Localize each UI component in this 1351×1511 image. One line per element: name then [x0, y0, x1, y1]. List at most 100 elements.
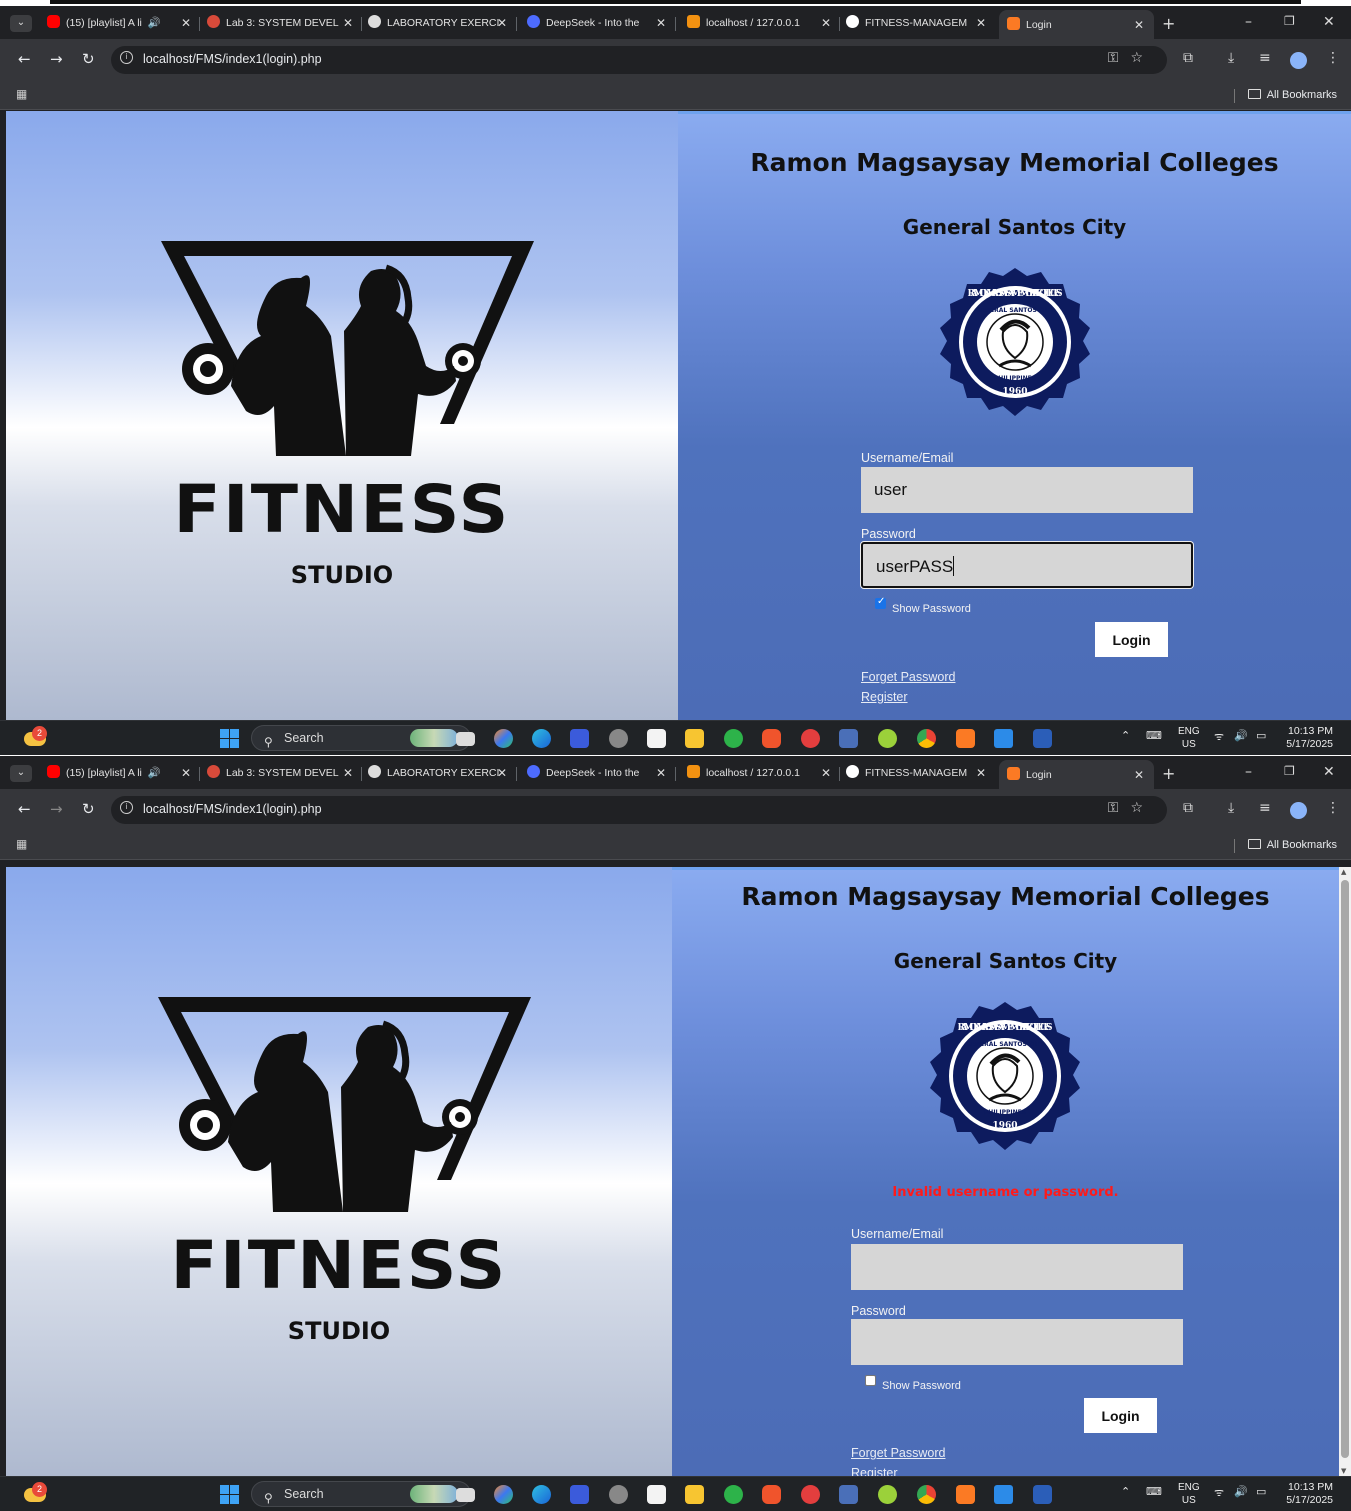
close-tab-icon[interactable]: ✕: [656, 13, 666, 33]
volume-icon[interactable]: 🔊: [1234, 729, 1248, 742]
close-window-icon[interactable]: ✕: [1323, 764, 1335, 780]
scroll-down-icon[interactable]: ▼: [1341, 1467, 1346, 1475]
forget-password-link[interactable]: Forget Password: [861, 670, 955, 684]
address-bar[interactable]: i localhost/FMS/index1(login).php ⚿☆: [111, 796, 1167, 824]
password-key-icon[interactable]: ⚿: [1108, 800, 1131, 816]
extensions-icon[interactable]: ⧉: [1183, 800, 1193, 816]
scroll-up-icon[interactable]: ▲: [1341, 868, 1346, 876]
tab-lab3[interactable]: Lab 3: SYSTEM DEVEL ✕: [207, 763, 357, 783]
snip-icon[interactable]: [839, 729, 858, 748]
forward-icon[interactable]: →: [50, 50, 63, 68]
register-link[interactable]: Register: [851, 1466, 898, 1476]
clock[interactable]: 10:13 PM 5/17/2025: [1286, 725, 1333, 751]
show-password-checkbox[interactable]: [875, 596, 886, 609]
reload-icon[interactable]: ↻: [82, 50, 95, 68]
weather-icon[interactable]: 2: [24, 726, 48, 748]
xampp-taskbar-icon[interactable]: [956, 1485, 975, 1504]
word-icon[interactable]: [1033, 729, 1052, 748]
tab-phpmyadmin[interactable]: localhost / 127.0.0.1 ✕: [687, 13, 835, 33]
tray-chevron-icon[interactable]: ⌃: [1121, 1485, 1130, 1498]
close-tab-icon[interactable]: ✕: [821, 763, 831, 783]
register-link[interactable]: Register: [861, 690, 908, 704]
file-explorer-icon[interactable]: [685, 1485, 704, 1504]
all-bookmarks[interactable]: All Bookmarks: [1247, 89, 1337, 101]
copilot-icon[interactable]: [494, 729, 513, 748]
tab-github[interactable]: FITNESS-MANAGEM ✕: [846, 763, 990, 783]
close-tab-icon[interactable]: ✕: [343, 13, 353, 33]
tab-laboratory[interactable]: LABORATORY EXERCI ✕: [368, 763, 511, 783]
brave-icon[interactable]: [762, 729, 781, 748]
taskbar-search[interactable]: ⚲ Search: [251, 725, 471, 751]
download-icon[interactable]: ⤓: [1228, 800, 1234, 816]
username-input[interactable]: [851, 1244, 1183, 1290]
bookmark-star-icon[interactable]: ☆: [1130, 800, 1155, 816]
close-tab-icon[interactable]: ✕: [497, 13, 507, 33]
site-info-icon[interactable]: i: [120, 801, 133, 814]
chrome-icon[interactable]: [917, 729, 936, 748]
app2-icon[interactable]: [878, 1485, 897, 1504]
close-window-icon[interactable]: ✕: [1323, 14, 1335, 30]
page-scrollbar[interactable]: ▲ ▼: [1339, 867, 1351, 1476]
battery-icon[interactable]: ▭: [1256, 1485, 1266, 1498]
clock[interactable]: 10:13 PM 5/17/2025: [1286, 1481, 1333, 1507]
tab-deepseek[interactable]: DeepSeek - Into the ✕: [527, 763, 670, 783]
bookmark-star-icon[interactable]: ☆: [1130, 50, 1155, 66]
reload-icon[interactable]: ↻: [82, 800, 95, 818]
close-tab-icon[interactable]: ✕: [821, 13, 831, 33]
audio-icon[interactable]: 🔊: [148, 767, 161, 779]
extensions-icon[interactable]: ⧉: [1183, 50, 1193, 66]
store-icon[interactable]: [647, 729, 666, 748]
password-key-icon[interactable]: ⚿: [1108, 50, 1131, 66]
site-info-icon[interactable]: i: [120, 51, 133, 64]
task-view-icon[interactable]: [456, 732, 475, 746]
snip-icon[interactable]: [839, 1485, 858, 1504]
forward-icon[interactable]: →: [50, 800, 63, 818]
close-tab-icon[interactable]: ✕: [181, 763, 191, 783]
tab-youtube[interactable]: (15) [playlist] A li 🔊 ✕: [47, 13, 195, 33]
xbox-icon[interactable]: [724, 1485, 743, 1504]
minimize-icon[interactable]: –: [1245, 764, 1252, 780]
keyboard-icon[interactable]: ⌨: [1146, 729, 1162, 742]
password-input[interactable]: userPASS: [861, 542, 1193, 588]
copilot-icon[interactable]: [494, 1485, 513, 1504]
brave-icon[interactable]: [762, 1485, 781, 1504]
download-icon[interactable]: ⤓: [1228, 50, 1234, 66]
wps-icon[interactable]: [801, 1485, 820, 1504]
close-tab-icon[interactable]: ✕: [656, 763, 666, 783]
tab-github[interactable]: FITNESS-MANAGEM ✕: [846, 13, 990, 33]
weather-icon[interactable]: 2: [24, 1482, 48, 1504]
back-icon[interactable]: ←: [18, 800, 31, 818]
edge-icon[interactable]: [532, 729, 551, 748]
restore-icon[interactable]: ❐: [1284, 14, 1295, 28]
tray-chevron-icon[interactable]: ⌃: [1121, 729, 1130, 742]
reading-list-icon[interactable]: ≡: [1259, 800, 1271, 816]
tab-youtube[interactable]: (15) [playlist] A li 🔊 ✕: [47, 763, 195, 783]
app2-icon[interactable]: [878, 729, 897, 748]
apps-grid-icon[interactable]: ▦: [16, 87, 27, 101]
close-tab-icon[interactable]: ✕: [976, 13, 986, 33]
close-tab-icon[interactable]: ✕: [1134, 760, 1144, 790]
new-tab-icon[interactable]: +: [1162, 14, 1175, 33]
tab-phpmyadmin[interactable]: localhost / 127.0.0.1 ✕: [687, 763, 835, 783]
back-icon[interactable]: ←: [18, 50, 31, 68]
close-tab-icon[interactable]: ✕: [976, 763, 986, 783]
wifi-icon[interactable]: ᯤ: [1214, 1485, 1224, 1500]
settings-gear-icon[interactable]: [609, 1485, 628, 1504]
task-view-icon[interactable]: [456, 1488, 475, 1502]
scrollbar-thumb[interactable]: [1341, 880, 1349, 1458]
tab-login[interactable]: Login ✕: [999, 10, 1154, 40]
language-indicator[interactable]: ENG US: [1178, 1481, 1200, 1507]
password-input[interactable]: [851, 1319, 1183, 1365]
settings-gear-icon[interactable]: [609, 729, 628, 748]
close-tab-icon[interactable]: ✕: [497, 763, 507, 783]
address-bar[interactable]: i localhost/FMS/index1(login).php ⚿☆: [111, 46, 1167, 74]
tab-search-icon[interactable]: ⌄: [10, 765, 32, 782]
app-icon[interactable]: [570, 1485, 589, 1504]
show-password-checkbox[interactable]: [865, 1375, 876, 1386]
vscode-icon[interactable]: [994, 729, 1013, 748]
tab-lab3[interactable]: Lab 3: SYSTEM DEVEL ✕: [207, 13, 357, 33]
profile-avatar[interactable]: [1290, 802, 1307, 819]
app-icon[interactable]: [570, 729, 589, 748]
volume-icon[interactable]: 🔊: [1234, 1485, 1248, 1498]
forget-password-link[interactable]: Forget Password: [851, 1446, 945, 1460]
